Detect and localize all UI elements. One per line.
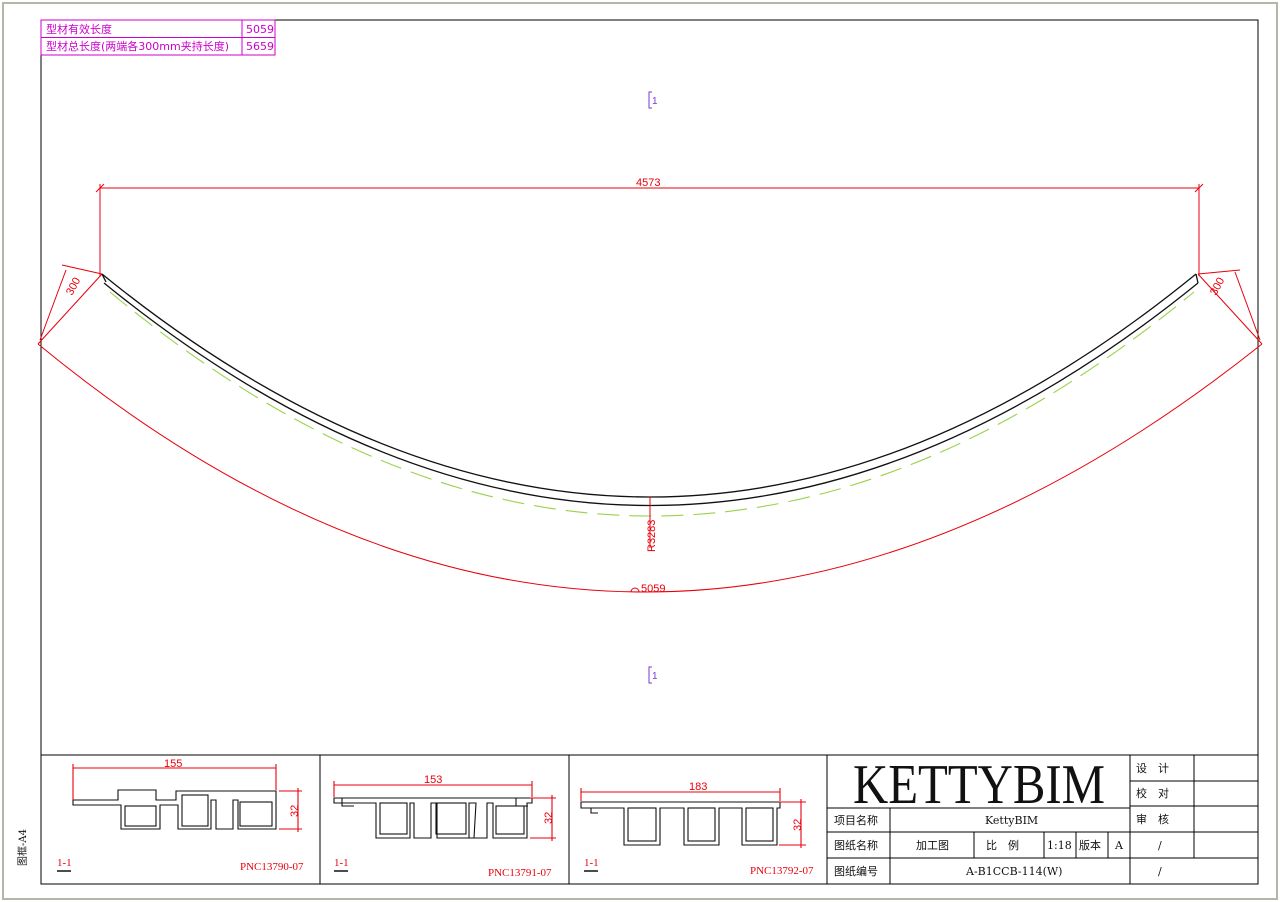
- profile-section-1: [72, 764, 302, 832]
- profile-2-width: 153: [424, 774, 442, 786]
- length-table: 型材有效长度 5059 型材总长度(两端各300mm夹持长度) 5659: [40, 19, 276, 56]
- number-label: 图纸编号: [834, 864, 878, 878]
- profile-1-width: 155: [164, 758, 182, 770]
- clamp-dimension-right-text: 300: [1208, 276, 1227, 298]
- drawing-value: 加工图: [916, 839, 949, 852]
- clamp-dimension-right: [1197, 269, 1263, 345]
- drawing-label: 图纸名称: [834, 838, 878, 852]
- profile-2-code: PNC13791-07: [488, 867, 552, 879]
- drawing-sheet: 型材有效长度 5059 型材总长度(两端各300mm夹持长度) 5659 1 1…: [2, 2, 1278, 900]
- profile-section-3: [580, 788, 806, 848]
- chord-dimension-text: 4573: [636, 177, 660, 189]
- profile-2-section: 1-1: [334, 857, 349, 869]
- profile-3-code: PNC13792-07: [750, 865, 814, 877]
- profile-2-height: 32: [543, 812, 555, 824]
- section-mark-bottom: 1: [648, 666, 658, 684]
- svg-text:1: 1: [652, 96, 658, 107]
- arc-length-text: 5059: [641, 583, 665, 595]
- effective-length-label: 型材有效长度: [46, 22, 112, 36]
- profile-3-section: 1-1: [584, 857, 599, 869]
- profile-1-code: PNC13790-07: [240, 861, 304, 873]
- radius-dimension-text: R3283: [646, 520, 658, 552]
- slash-2: /: [1158, 865, 1162, 878]
- project-label: 项目名称: [834, 813, 878, 827]
- slash-1: /: [1158, 839, 1162, 852]
- outer-length-arc: [37, 343, 1263, 593]
- number-value: A-B1CCB-114(W): [965, 865, 1062, 878]
- profile-3-height: 32: [792, 819, 804, 831]
- company-logo: KETTYBIM: [853, 754, 1105, 816]
- version-value: A: [1114, 839, 1124, 852]
- check-label: 校 对: [1136, 786, 1169, 800]
- scale-label: 比 例: [986, 838, 1019, 852]
- profile-end-right: [1195, 273, 1199, 284]
- effective-length-value: 5059: [246, 23, 274, 36]
- profile-1-height: 32: [289, 805, 301, 817]
- total-length-value: 5659: [246, 40, 274, 53]
- review-label: 审 核: [1136, 812, 1169, 826]
- svg-text:1: 1: [652, 671, 658, 682]
- frame-label: 图框-A4: [16, 829, 29, 866]
- clamp-dimension-left-text: 300: [64, 276, 83, 298]
- section-mark-top: 1: [648, 91, 658, 109]
- design-label: 设 计: [1136, 762, 1169, 775]
- project-value: KettyBIM: [985, 814, 1038, 827]
- chord-dimension: [95, 183, 1204, 276]
- profile-1-section: 1-1: [57, 857, 72, 869]
- offset-dashed-arc: [109, 291, 1195, 517]
- profile-section-2: [333, 781, 556, 841]
- scale-value: 1:18: [1047, 839, 1072, 852]
- profile-3-width: 183: [689, 781, 707, 793]
- profile-outer-edge: [101, 273, 1197, 498]
- version-label: 版本: [1079, 838, 1101, 852]
- profile-inner-edge: [103, 282, 1199, 506]
- clamp-dimension-left: [37, 264, 103, 345]
- total-length-label: 型材总长度(两端各300mm夹持长度): [46, 39, 229, 53]
